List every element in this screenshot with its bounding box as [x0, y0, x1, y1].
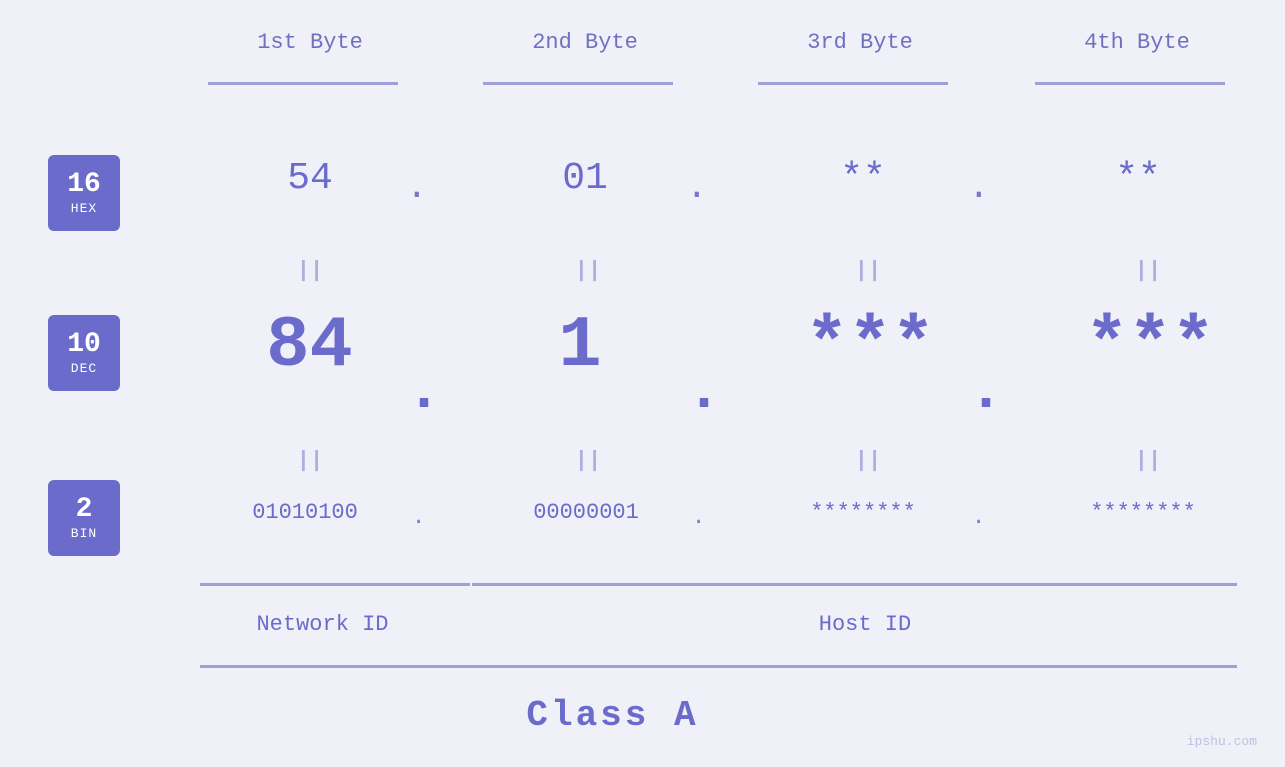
dbar-hex-3: || — [828, 258, 908, 283]
bin-dot-2: . — [692, 505, 705, 530]
bottom-bracket-host — [472, 583, 1237, 586]
dec-dot-2: . — [686, 358, 722, 426]
bin-val-1: 01010100 — [195, 500, 415, 525]
bin-dot-1: . — [412, 505, 425, 530]
bin-base-number: 2 — [76, 495, 93, 526]
hex-dot-2: . — [686, 167, 708, 208]
full-bottom-bracket — [200, 665, 1237, 668]
col-header-4: 4th Byte — [1032, 30, 1242, 55]
dbar-dec-1: || — [270, 448, 350, 473]
dbar-dec-3: || — [828, 448, 908, 473]
bracket-col3 — [758, 82, 948, 85]
dec-dot-1: . — [406, 358, 442, 426]
col-header-1: 1st Byte — [205, 30, 415, 55]
bin-val-3: ******** — [748, 500, 978, 525]
dec-badge: 10 DEC — [48, 315, 120, 391]
dec-val-1: 84 — [212, 305, 407, 387]
dbar-dec-4: || — [1108, 448, 1188, 473]
dec-val-4: *** — [1040, 305, 1260, 387]
hex-val-4: ** — [1068, 157, 1208, 200]
hex-val-2: 01 — [515, 157, 655, 200]
bracket-col1 — [208, 82, 398, 85]
page: 16 HEX 10 DEC 2 BIN 1st Byte 2nd Byte 3r… — [0, 0, 1285, 767]
network-id-label: Network ID — [225, 612, 420, 637]
bin-dot-3: . — [972, 505, 985, 530]
bottom-bracket-network — [200, 583, 470, 586]
bin-val-4: ******** — [1028, 500, 1258, 525]
hex-dot-1: . — [406, 167, 428, 208]
hex-badge: 16 HEX — [48, 155, 120, 231]
class-label: Class A — [0, 695, 1225, 736]
bin-badge: 2 BIN — [48, 480, 120, 556]
col-header-2: 2nd Byte — [480, 30, 690, 55]
dec-val-3: *** — [760, 305, 980, 387]
dbar-hex-2: || — [548, 258, 628, 283]
host-id-label: Host ID — [760, 612, 970, 637]
hex-dot-3: . — [968, 167, 990, 208]
dec-val-2: 1 — [510, 305, 650, 387]
dbar-hex-1: || — [270, 258, 350, 283]
watermark: ipshu.com — [1187, 734, 1257, 749]
hex-base-number: 16 — [67, 170, 101, 201]
bin-base-label: BIN — [71, 526, 97, 541]
dec-dot-3: . — [968, 358, 1004, 426]
col-header-3: 3rd Byte — [755, 30, 965, 55]
dbar-hex-4: || — [1108, 258, 1188, 283]
bracket-col2 — [483, 82, 673, 85]
bin-val-2: 00000001 — [476, 500, 696, 525]
dec-base-label: DEC — [71, 361, 97, 376]
hex-val-1: 54 — [240, 157, 380, 200]
dbar-dec-2: || — [548, 448, 628, 473]
hex-val-3: ** — [793, 157, 933, 200]
bracket-col4 — [1035, 82, 1225, 85]
hex-base-label: HEX — [71, 201, 97, 216]
dec-base-number: 10 — [67, 330, 101, 361]
